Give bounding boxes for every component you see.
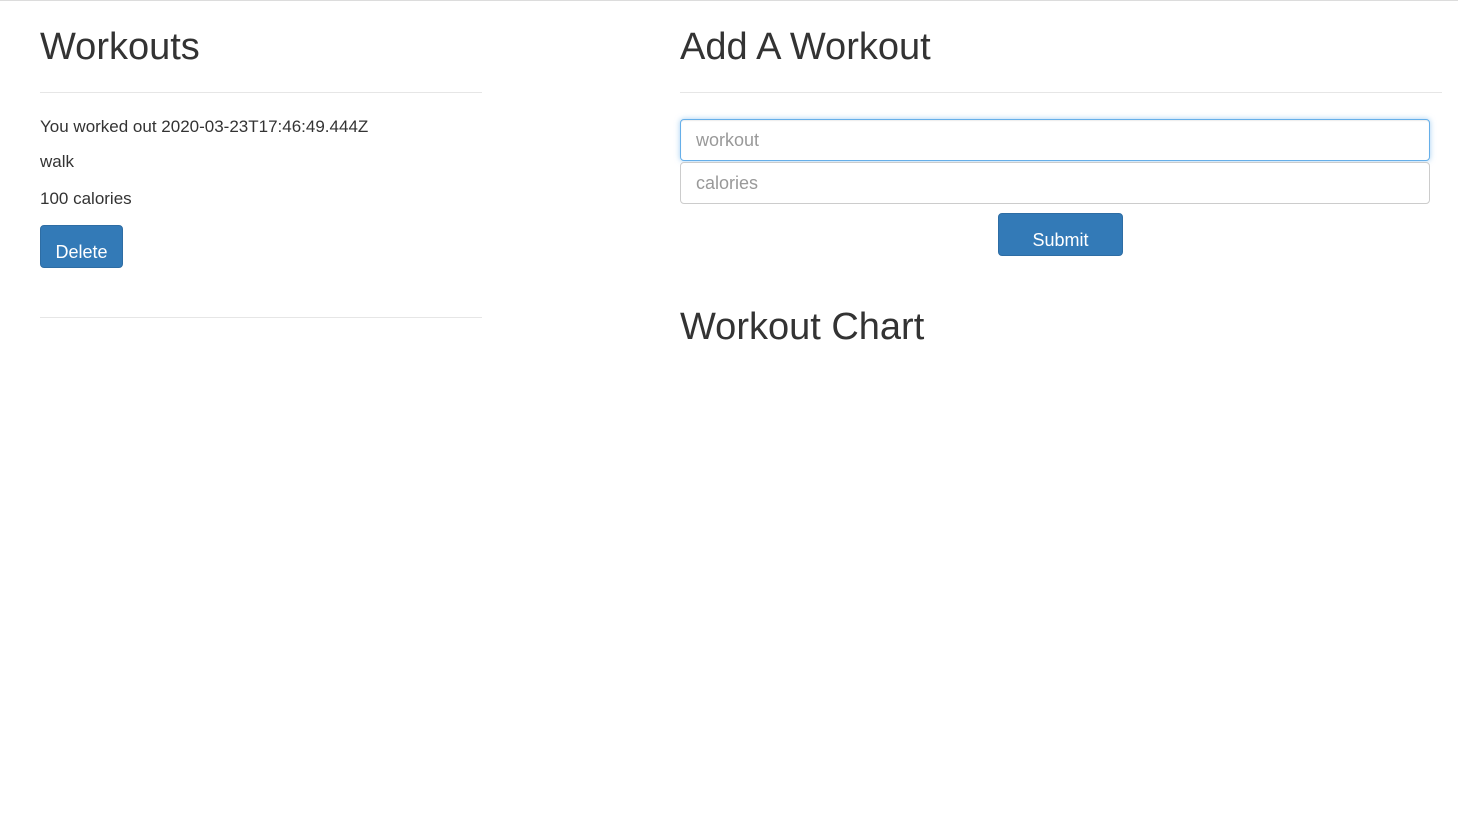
workouts-divider-top bbox=[40, 92, 482, 93]
submit-button[interactable]: Submit bbox=[998, 213, 1123, 256]
delete-button[interactable]: Delete bbox=[40, 225, 123, 268]
calories-input[interactable] bbox=[680, 162, 1430, 204]
workout-chart-title: Workout Chart bbox=[680, 306, 925, 348]
workouts-title: Workouts bbox=[40, 26, 200, 68]
add-workout-divider bbox=[680, 92, 1442, 93]
add-workout-title: Add A Workout bbox=[680, 26, 931, 68]
workout-input[interactable] bbox=[680, 119, 1430, 161]
workout-date-text: You worked out 2020-03-23T17:46:49.444Z bbox=[40, 117, 369, 136]
workout-name-text: walk bbox=[40, 152, 75, 171]
page: Workouts You worked out 2020-03-23T17:46… bbox=[0, 0, 1458, 826]
workout-calories-text: 100 calories bbox=[40, 189, 132, 208]
workouts-divider-bottom bbox=[40, 317, 482, 318]
